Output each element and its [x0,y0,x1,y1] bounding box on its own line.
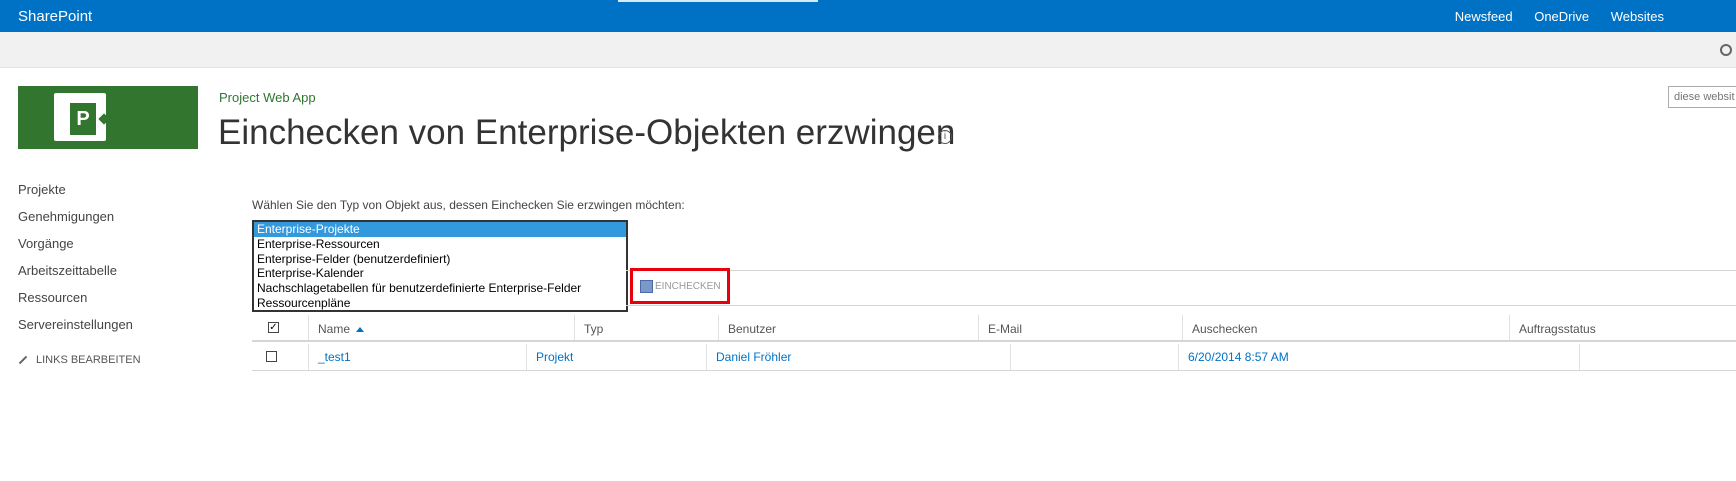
column-separator [1178,344,1179,370]
site-name-link[interactable]: Project Web App [219,90,316,105]
project-logo[interactable]: P [18,86,198,149]
logo-page-icon: P [54,93,110,141]
column-header-auschecken[interactable]: Auschecken [1192,322,1257,336]
nav-item-vorgaenge[interactable]: Vorgänge [18,236,141,263]
checkin-button[interactable]: EINCHECKEN [640,280,721,293]
suite-bar: SharePoint Newsfeed OneDrive Websites [0,0,1736,32]
column-separator [526,344,527,370]
column-separator [978,315,979,340]
edit-links-button[interactable]: LINKS BEARBEITEN [18,354,141,366]
option-enterprise-ressourcen[interactable]: Enterprise-Ressourcen [254,237,626,252]
grid-header: ✓ Name Typ Benutzer E-Mail Auschecken Au… [252,315,1736,342]
option-ressourcenplaene[interactable]: Ressourcenpläne [254,296,626,311]
nav-item-projekte[interactable]: Projekte [18,182,141,209]
checkin-label: EINCHECKEN [655,281,721,293]
newsfeed-link[interactable]: Newsfeed [1455,9,1513,24]
column-separator [308,344,309,370]
pencil-icon [18,355,28,365]
logo-p-letter: P [70,103,96,135]
cell-typ[interactable]: Projekt [536,350,573,364]
checkin-icon [640,280,653,293]
option-enterprise-felder[interactable]: Enterprise-Felder (benutzerdefiniert) [254,252,626,267]
column-header-email[interactable]: E-Mail [988,322,1022,336]
nav-item-servereinstellungen[interactable]: Servereinstellungen [18,317,141,344]
column-header-typ[interactable]: Typ [584,322,603,336]
column-separator [718,315,719,340]
search-input[interactable] [1668,86,1736,108]
sharepoint-brand[interactable]: SharePoint [18,8,92,25]
column-separator [1182,315,1183,340]
option-nachschlagetabellen[interactable]: Nachschlagetabellen für benutzerdefinier… [254,281,626,296]
select-all-checkbox[interactable]: ✓ [268,322,279,333]
option-enterprise-kalender[interactable]: Enterprise-Kalender [254,266,626,281]
object-type-prompt: Wählen Sie den Typ von Objekt aus, desse… [252,198,685,212]
column-header-benutzer[interactable]: Benutzer [728,322,776,336]
suite-links: Newsfeed OneDrive Websites [1437,9,1664,24]
column-header-name[interactable]: Name [318,322,365,336]
logo-arrow-icon [98,113,110,125]
nav-item-ressourcen[interactable]: Ressourcen [18,290,141,317]
option-enterprise-projekte[interactable]: Enterprise-Projekte [254,222,626,237]
toolbar-top-divider [626,270,1736,271]
column-name-label: Name [318,322,351,336]
column-separator [1509,315,1510,340]
column-header-auftragsstatus[interactable]: Auftragsstatus [1519,322,1596,336]
cell-benutzer[interactable]: Daniel Fröhler [716,350,791,364]
nav-item-genehmigungen[interactable]: Genehmigungen [18,209,141,236]
column-separator [1579,344,1580,370]
edit-links-label: LINKS BEARBEITEN [36,354,141,366]
row-checkbox[interactable] [266,351,277,362]
table-row: _test1 Projekt Daniel Fröhler 6/20/2014 … [252,344,1736,371]
nav-item-arbeitszeittabelle[interactable]: Arbeitszeittabelle [18,263,141,290]
column-separator [574,315,575,340]
page-title: Einchecken von Enterprise-Objekten erzwi… [218,113,956,152]
object-type-listbox[interactable]: Enterprise-Projekte Enterprise-Ressource… [252,220,628,312]
column-separator [1010,344,1011,370]
suite-bar-accent [618,0,818,2]
onedrive-link[interactable]: OneDrive [1534,9,1589,24]
cell-name[interactable]: _test1 [318,350,351,364]
sort-ascending-icon [356,327,365,333]
quick-launch: Projekte Genehmigungen Vorgänge Arbeitsz… [18,182,141,366]
ribbon-bar [0,32,1736,68]
cell-auschecken[interactable]: 6/20/2014 8:57 AM [1188,350,1289,364]
toolbar-bottom-divider [626,305,1736,306]
column-separator [706,344,707,370]
websites-link[interactable]: Websites [1611,9,1664,24]
sync-icon[interactable] [1720,44,1732,56]
column-separator [308,315,309,340]
info-icon[interactable]: i [938,130,952,144]
